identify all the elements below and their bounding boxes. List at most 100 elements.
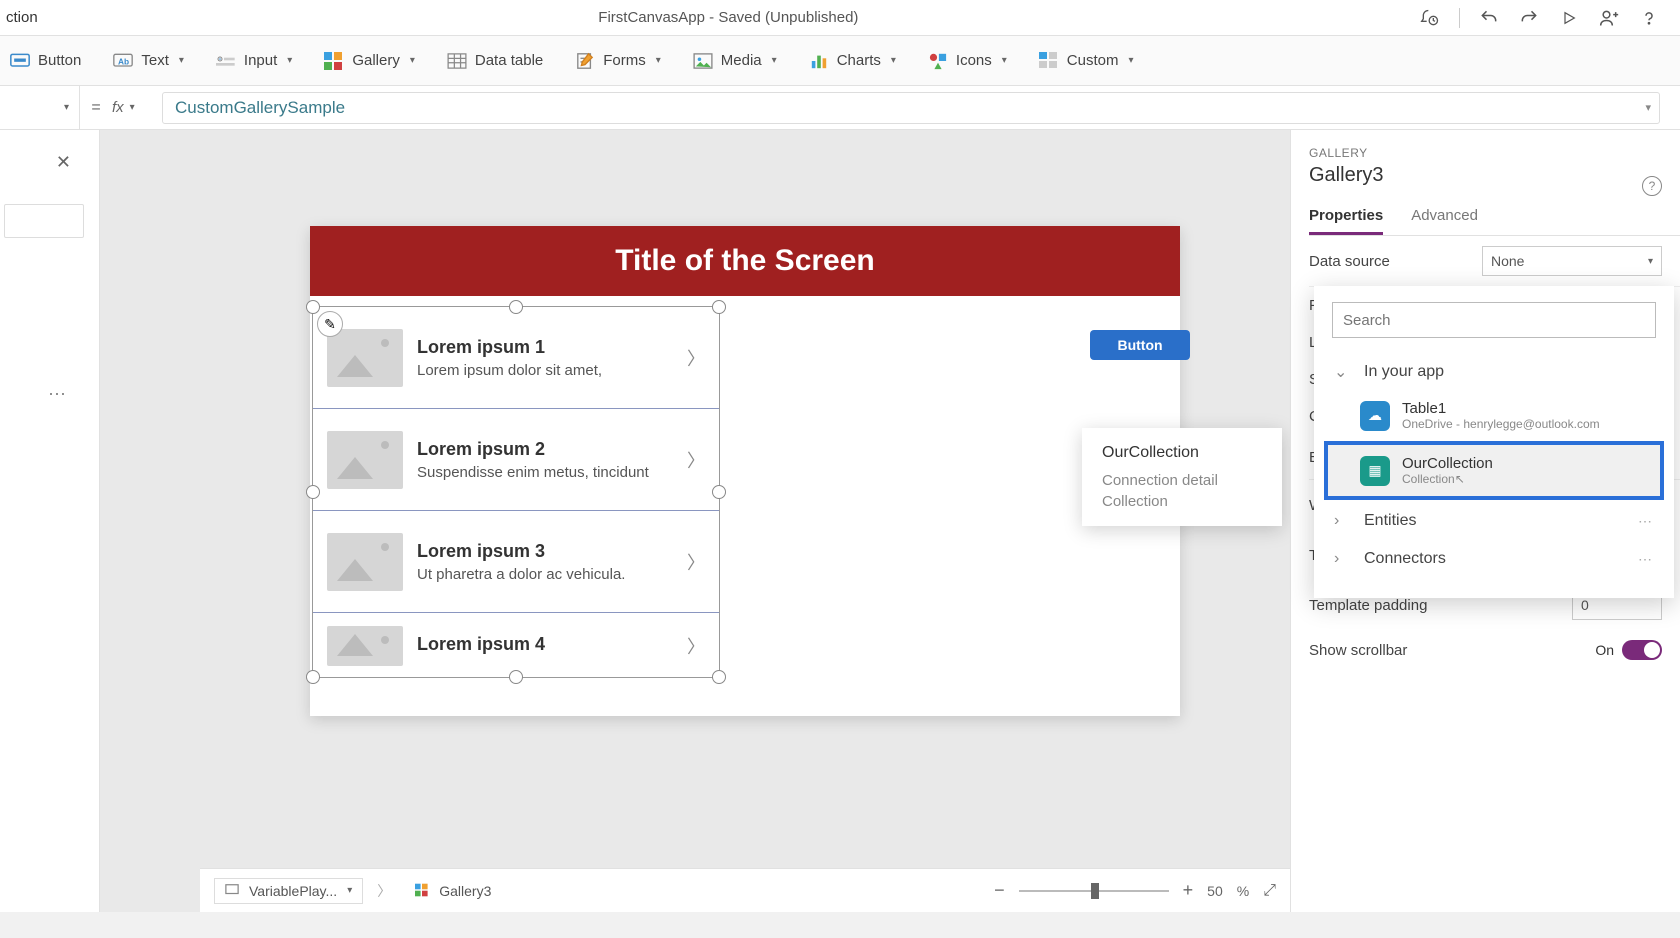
gallery-item-title: Lorem ipsum 3 xyxy=(417,541,673,562)
more-icon[interactable]: ⋯ xyxy=(1638,551,1654,568)
datasource-tooltip: OurCollection Connection detail Collecti… xyxy=(1082,428,1282,526)
image-placeholder-icon xyxy=(327,329,403,387)
resize-handle[interactable] xyxy=(712,670,726,684)
ribbon-forms[interactable]: Forms ▾ xyxy=(571,51,665,71)
property-selector[interactable]: ▾ xyxy=(0,86,80,130)
screen-title-bar: Title of the Screen xyxy=(310,226,1180,296)
help-icon[interactable] xyxy=(1638,7,1660,29)
more-icon[interactable]: ⋯ xyxy=(1638,513,1654,530)
fx-label[interactable]: fx▾ xyxy=(112,99,162,116)
close-icon[interactable]: ✕ xyxy=(56,152,71,173)
gallery-item-subtitle: Lorem ipsum dolor sit amet, xyxy=(417,362,673,379)
formula-expand-icon[interactable]: ▾ xyxy=(1645,101,1651,114)
datasource-group-inyourapp[interactable]: ⌄ In your app xyxy=(1314,352,1674,392)
ribbon-icons[interactable]: Icons ▾ xyxy=(924,51,1011,71)
chevron-right-icon: › xyxy=(1334,550,1350,568)
image-placeholder-icon xyxy=(327,626,403,666)
share-icon[interactable] xyxy=(1598,7,1620,29)
datasource-group-entities[interactable]: › Entities ⋯ xyxy=(1314,502,1674,540)
datasource-search[interactable] xyxy=(1332,302,1656,338)
ribbon-button-label: Button xyxy=(38,52,81,69)
resize-handle[interactable] xyxy=(712,485,726,499)
control-type-label: GALLERY xyxy=(1309,146,1680,160)
chevron-down-icon: ▾ xyxy=(179,55,184,66)
chevron-down-icon: ▾ xyxy=(130,102,135,113)
datasource-search-input[interactable] xyxy=(1343,312,1645,329)
formula-text: CustomGallerySample xyxy=(175,98,345,118)
icons-icon xyxy=(928,51,948,71)
tree-item[interactable] xyxy=(4,204,84,238)
edit-pencil-icon[interactable]: ✎ xyxy=(317,311,343,337)
datasource-group-label: Entities xyxy=(1364,512,1416,530)
screen-icon xyxy=(225,883,241,899)
gallery-item[interactable]: Lorem ipsum 1 Lorem ipsum dolor sit amet… xyxy=(313,307,719,409)
breadcrumb-separator-icon: 〉 xyxy=(377,881,391,901)
tooltip-title: OurCollection xyxy=(1102,444,1262,462)
ribbon-datatable[interactable]: Data table xyxy=(443,51,547,71)
svg-text:Ab: Ab xyxy=(118,56,129,66)
zoom-in-button[interactable]: + xyxy=(1183,880,1194,901)
tree-view-panel: ✕ ⋯ xyxy=(0,130,100,912)
chevron-down-icon: ▾ xyxy=(891,55,896,66)
datasource-item-sub: Collection↖ xyxy=(1402,472,1650,486)
resize-handle[interactable] xyxy=(509,300,523,314)
ribbon-custom[interactable]: Custom ▾ xyxy=(1035,51,1138,71)
datasource-group-label: In your app xyxy=(1364,363,1444,381)
undo-icon[interactable] xyxy=(1478,7,1500,29)
canvas-button-control[interactable]: Button xyxy=(1090,330,1190,360)
ribbon-input-label: Input xyxy=(244,52,277,69)
resize-handle[interactable] xyxy=(306,485,320,499)
gallery-item-title: Lorem ipsum 2 xyxy=(417,439,673,460)
zoom-value: 50 xyxy=(1207,883,1223,899)
chevron-right-icon[interactable]: 〉 xyxy=(687,633,705,659)
zoom-slider[interactable] xyxy=(1019,890,1169,892)
media-icon xyxy=(693,51,713,71)
screen-title-text: Title of the Screen xyxy=(615,244,875,278)
forms-icon xyxy=(575,51,595,71)
ribbon-charts[interactable]: Charts ▾ xyxy=(805,51,900,71)
ribbon-input[interactable]: Input ▾ xyxy=(212,51,296,71)
datasource-item-table1[interactable]: ☁ Table1 OneDrive - henrylegge@outlook.c… xyxy=(1314,392,1674,439)
datasource-item-name: OurCollection xyxy=(1402,455,1650,472)
tab-properties[interactable]: Properties xyxy=(1309,207,1383,235)
gallery-control-selected[interactable]: ✎ Lorem ipsum 1 Lorem ipsum dolor sit am… xyxy=(312,306,720,678)
tab-advanced[interactable]: Advanced xyxy=(1411,207,1478,235)
onedrive-icon: ☁ xyxy=(1360,401,1390,431)
ribbon-text[interactable]: Ab Text ▾ xyxy=(109,51,188,71)
resize-handle[interactable] xyxy=(712,300,726,314)
canvas-area[interactable]: Title of the Screen Button ✎ Lorem ipsum… xyxy=(100,130,1290,912)
datasource-dropdown[interactable]: None ▾ xyxy=(1482,246,1662,276)
breadcrumb-control[interactable]: Gallery3 xyxy=(405,879,501,903)
gallery-item-title: Lorem ipsum 4 xyxy=(417,634,673,655)
gallery-item-title: Lorem ipsum 1 xyxy=(417,337,673,358)
gallery-item[interactable]: Lorem ipsum 2 Suspendisse enim metus, ti… xyxy=(313,409,719,511)
prop-label-showscrollbar: Show scrollbar xyxy=(1309,642,1407,659)
chevron-down-icon: ▾ xyxy=(410,55,415,66)
chevron-down-icon: ▾ xyxy=(287,55,292,66)
show-scrollbar-toggle[interactable] xyxy=(1622,640,1662,660)
ribbon-gallery[interactable]: Gallery ▾ xyxy=(320,51,419,71)
chevron-right-icon[interactable]: 〉 xyxy=(687,345,705,371)
datasource-group-connectors[interactable]: › Connectors ⋯ xyxy=(1314,540,1674,578)
toggle-state-label: On xyxy=(1595,642,1614,658)
info-icon[interactable]: ? xyxy=(1642,176,1662,196)
ribbon-media[interactable]: Media ▾ xyxy=(689,51,781,71)
ribbon-button[interactable]: Button xyxy=(6,51,85,71)
resize-handle[interactable] xyxy=(306,300,320,314)
resize-handle[interactable] xyxy=(509,670,523,684)
zoom-slider-thumb[interactable] xyxy=(1091,883,1099,899)
chevron-right-icon[interactable]: 〉 xyxy=(687,447,705,473)
gallery-item[interactable]: Lorem ipsum 3 Ut pharetra a dolor ac veh… xyxy=(313,511,719,613)
redo-icon[interactable] xyxy=(1518,7,1540,29)
chevron-right-icon[interactable]: 〉 xyxy=(687,549,705,575)
image-placeholder-icon xyxy=(327,431,403,489)
fullscreen-icon[interactable]: ⤢ xyxy=(1263,882,1276,900)
datasource-item-ourcollection[interactable]: ▦ OurCollection Collection↖ xyxy=(1324,441,1664,500)
breadcrumb-screen[interactable]: VariablePlay... ▾ xyxy=(214,878,363,904)
app-checker-icon[interactable] xyxy=(1419,7,1441,29)
play-icon[interactable] xyxy=(1558,7,1580,29)
zoom-out-button[interactable]: − xyxy=(994,880,1005,901)
formula-input[interactable]: CustomGallerySample ▾ xyxy=(162,92,1660,124)
tree-item-more-icon[interactable]: ⋯ xyxy=(48,384,68,405)
resize-handle[interactable] xyxy=(306,670,320,684)
